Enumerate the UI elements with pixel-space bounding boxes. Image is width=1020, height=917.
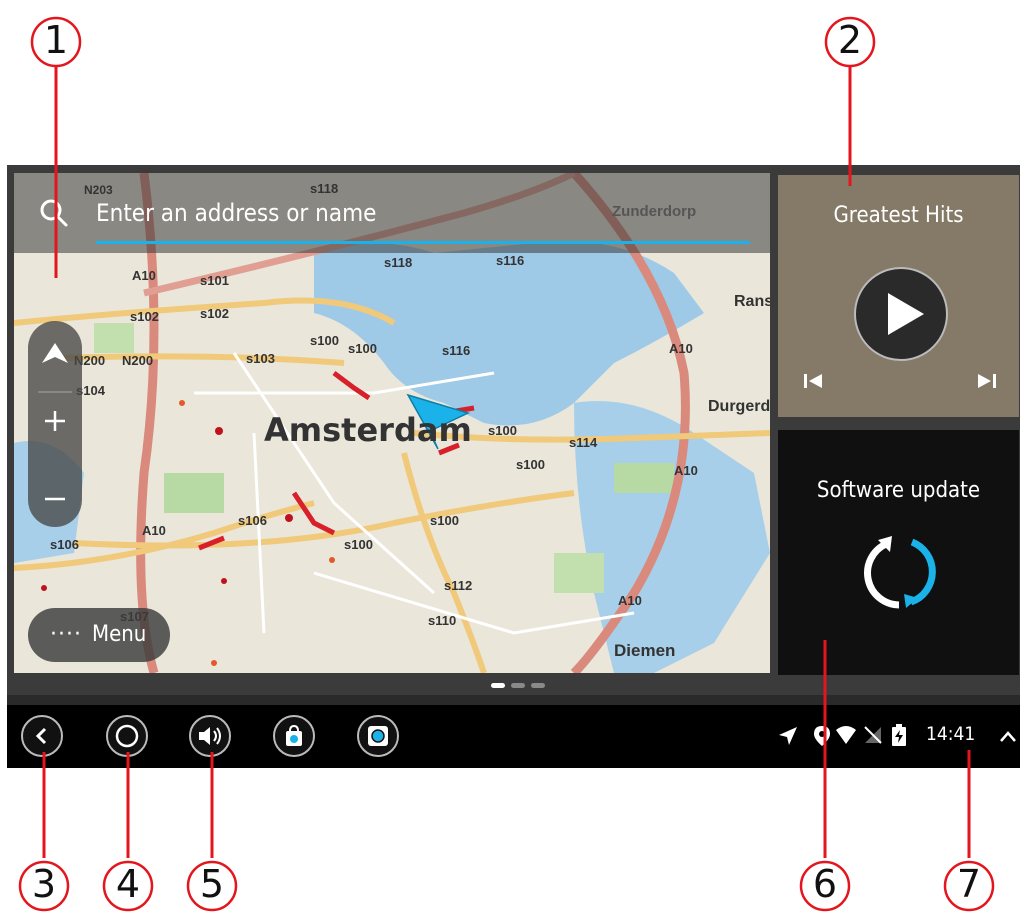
callout-number-7: 7 — [956, 862, 982, 906]
callout-number-5: 5 — [199, 862, 225, 906]
callout-number-2: 2 — [837, 18, 863, 62]
callout-number-3: 3 — [31, 862, 57, 906]
callout-lines — [18, 16, 995, 912]
callout-number-1: 1 — [43, 18, 69, 62]
callout-number-4: 4 — [115, 862, 141, 906]
callout-number-6: 6 — [812, 862, 838, 906]
